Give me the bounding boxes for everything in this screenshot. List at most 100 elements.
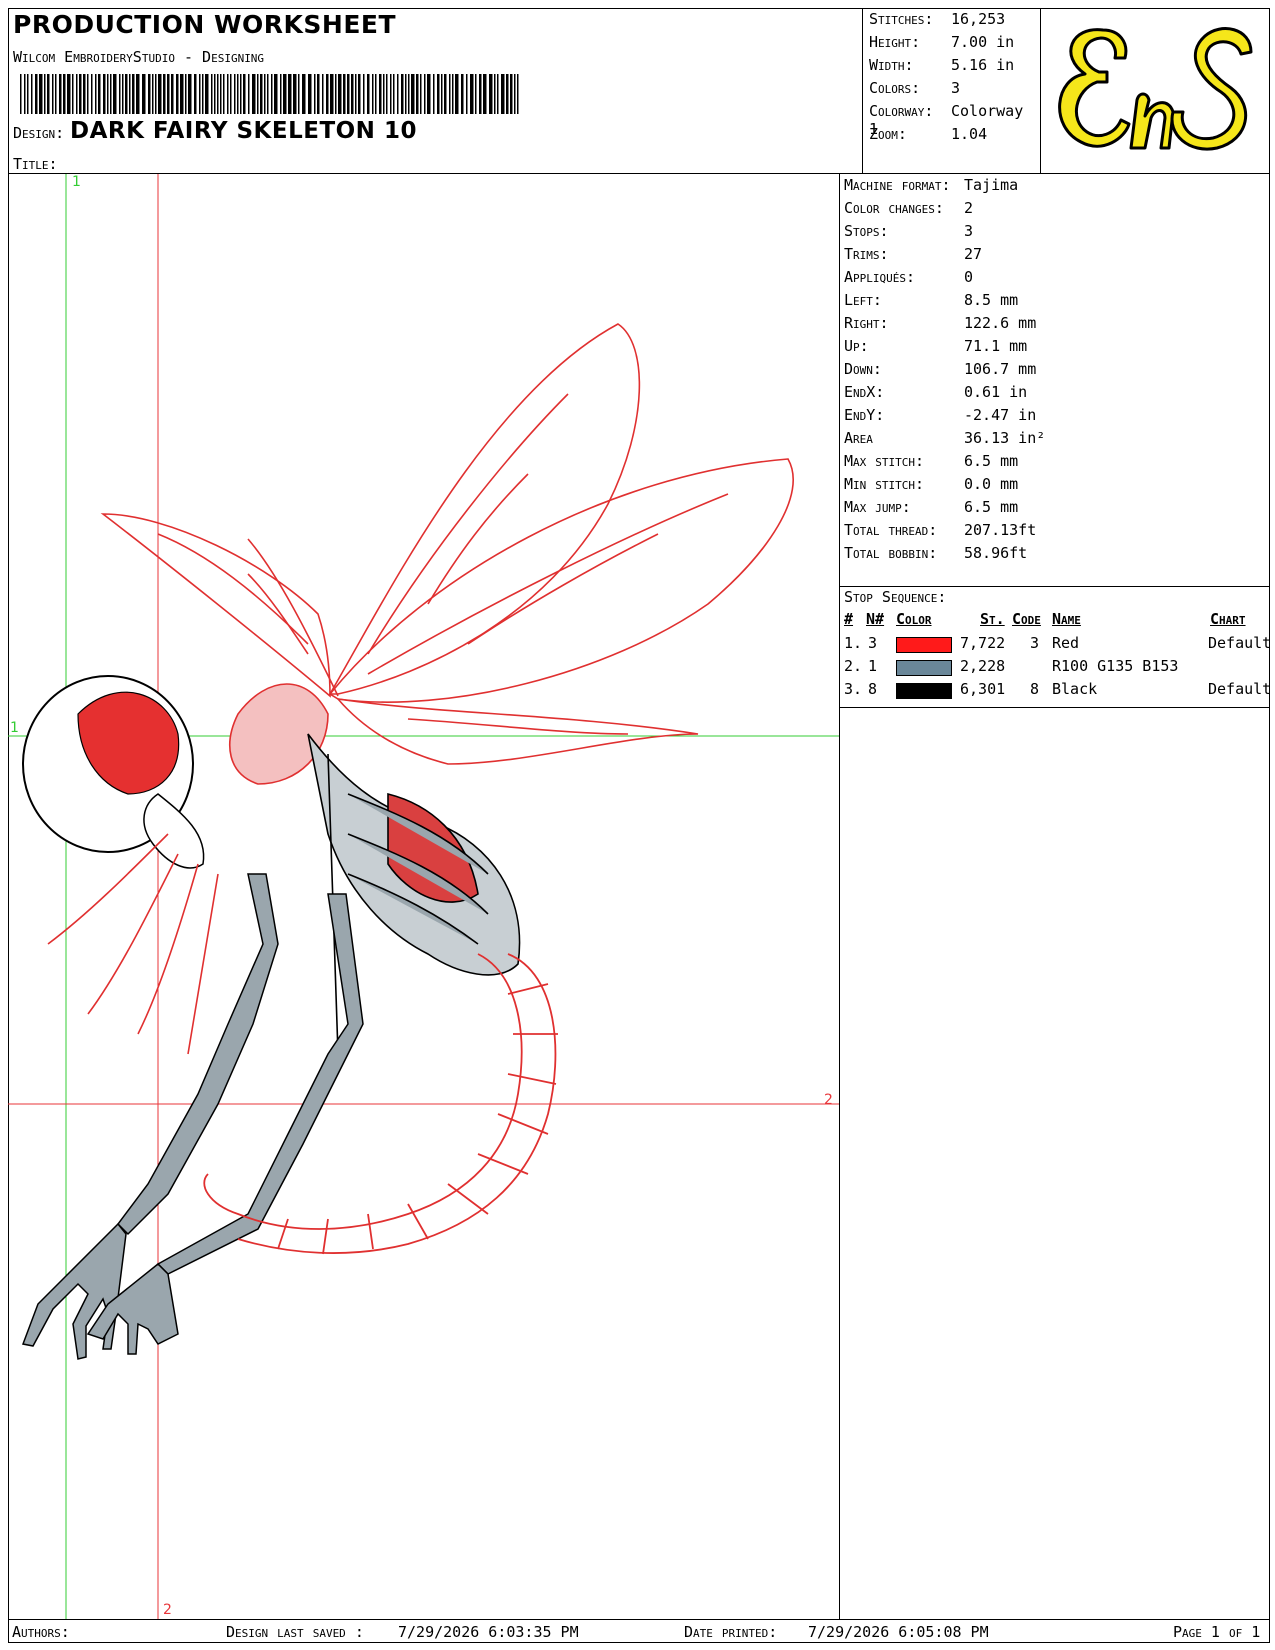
barcode-bar — [176, 74, 179, 114]
design-drawing: 1 1 2 2 — [8, 174, 839, 1619]
barcode-bar — [322, 74, 324, 114]
page-number: Page 1 of 1 — [1173, 1623, 1261, 1641]
stop-sequence-title: Stop Sequence: — [844, 588, 947, 606]
barcode-bar — [136, 74, 140, 114]
machine-row: Max stitch: 6.5 mm — [844, 452, 1019, 470]
barcode-bar — [95, 74, 97, 114]
barcode-bar — [257, 74, 259, 114]
barcode-bar — [441, 74, 443, 114]
title-label: Title: — [13, 155, 58, 173]
machine-row: Total bobbin: 58.96ft — [844, 544, 1028, 562]
barcode-bar — [31, 74, 33, 114]
software-name: Wilcom EmbroideryStudio - Designing — [13, 48, 265, 66]
barcode-bar — [424, 74, 426, 114]
barcode-bar — [223, 74, 225, 114]
printed-value: 7/29/2026 6:05:08 PM — [808, 1623, 989, 1641]
barcode-bar — [274, 74, 278, 114]
barcode-bar — [293, 74, 297, 114]
barcode-bar — [408, 74, 410, 114]
barcode-bar — [355, 74, 357, 114]
barcode-bar — [452, 74, 454, 114]
worksheet-header: PRODUCTION WORKSHEET Wilcom EmbroiderySt… — [8, 8, 1270, 174]
barcode-bar — [91, 74, 93, 114]
machine-row: Max jump: 6.5 mm — [844, 498, 1019, 516]
barcode-bar — [113, 74, 117, 114]
divider — [840, 586, 1270, 587]
design-summary: Stitches: 16,253 Height: 7.00 in Width: 5.1… — [863, 8, 1041, 174]
stop-row: 3. 8 6,301 8 Black Default — [844, 680, 1272, 699]
ens-logo — [1058, 27, 1253, 151]
barcode-bar — [185, 74, 187, 114]
col-header-n: N# — [866, 610, 885, 628]
summary-row: Zoom: 1.04 — [869, 125, 988, 143]
barcode-bar — [298, 74, 300, 114]
barcode-bar — [288, 74, 292, 114]
stop-sequence: Stop Sequence: # N# Color St. Code Name … — [840, 586, 1272, 708]
barcode-bar — [514, 74, 516, 114]
barcode-bar — [401, 74, 404, 114]
worksheet-title: PRODUCTION WORKSHEET — [13, 10, 397, 39]
design-canvas: 1 1 2 2 — [8, 174, 840, 1619]
barcode-bar — [27, 74, 29, 114]
machine-row: Area 36.13 in² — [844, 429, 1046, 447]
barcode-bar — [129, 74, 131, 114]
barcode-bar — [148, 74, 151, 114]
barcode-bar — [59, 74, 62, 114]
barcode-bar — [280, 74, 282, 114]
summary-row: Height: 7.00 in — [869, 33, 1015, 51]
barcode-bar — [76, 74, 78, 114]
barcode-bar — [98, 74, 101, 114]
barcode-bar — [308, 74, 312, 114]
barcode-bar — [234, 74, 236, 114]
col-header-code: Code — [1012, 610, 1041, 628]
col-header-chart: Chart — [1210, 610, 1246, 628]
design-label: Design: — [13, 124, 65, 142]
barcode-bar — [220, 74, 222, 114]
barcode-bar — [386, 74, 388, 114]
barcode-bar — [405, 74, 407, 114]
barcode-bar — [475, 74, 477, 114]
guide-label: 1 — [72, 174, 81, 190]
summary-row: Stitches: 16,253 — [869, 10, 1006, 28]
barcode-bar — [506, 74, 509, 114]
barcode-bar — [67, 74, 71, 114]
barcode-bar — [326, 74, 329, 114]
guide-label: 2 — [824, 1092, 833, 1108]
machine-row: Down: 106.7 mm — [844, 360, 1037, 378]
barcode-bar — [466, 74, 468, 114]
barcode-bar — [230, 74, 232, 114]
barcode-bar — [252, 74, 256, 114]
barcode-bar — [363, 74, 365, 114]
col-header-name: Name — [1052, 610, 1081, 628]
barcode-bar — [494, 74, 496, 114]
barcode-bar — [163, 74, 166, 114]
fairy-arms — [21, 873, 364, 1360]
fairy-skull — [22, 675, 205, 869]
barcode-bar — [397, 74, 399, 114]
barcode-bar — [444, 74, 447, 114]
machine-row: Up: 71.1 mm — [844, 337, 1028, 355]
machine-row: Machine format: Tajima — [844, 176, 1019, 194]
guide-label: 2 — [163, 1602, 172, 1618]
barcode-bar — [125, 74, 128, 114]
barcode-bar — [158, 74, 162, 114]
machine-row: Appliqués: 0 — [844, 268, 974, 286]
machine-row: Min stitch: 0.0 mm — [844, 475, 1019, 493]
barcode-bar — [416, 74, 419, 114]
barcode-bar — [47, 74, 50, 114]
barcode-bar — [497, 74, 499, 114]
barcode-bar — [243, 74, 246, 114]
barcode-bar — [433, 74, 435, 114]
barcode-bar — [501, 74, 505, 114]
barcode-bar — [103, 74, 106, 114]
barcode-bar — [152, 74, 154, 114]
machine-row: Color changes: 2 — [844, 199, 974, 217]
barcode-bar — [510, 74, 513, 114]
barcode-bar — [470, 74, 474, 114]
barcode-bar — [248, 74, 250, 114]
stop-row: 2. 1 2,228 R100 G135 B153 — [844, 657, 1179, 676]
barcode-bar — [240, 74, 242, 114]
barcode-bar — [517, 74, 519, 114]
barcode-bar — [63, 74, 66, 114]
barcode-bar — [52, 74, 54, 114]
